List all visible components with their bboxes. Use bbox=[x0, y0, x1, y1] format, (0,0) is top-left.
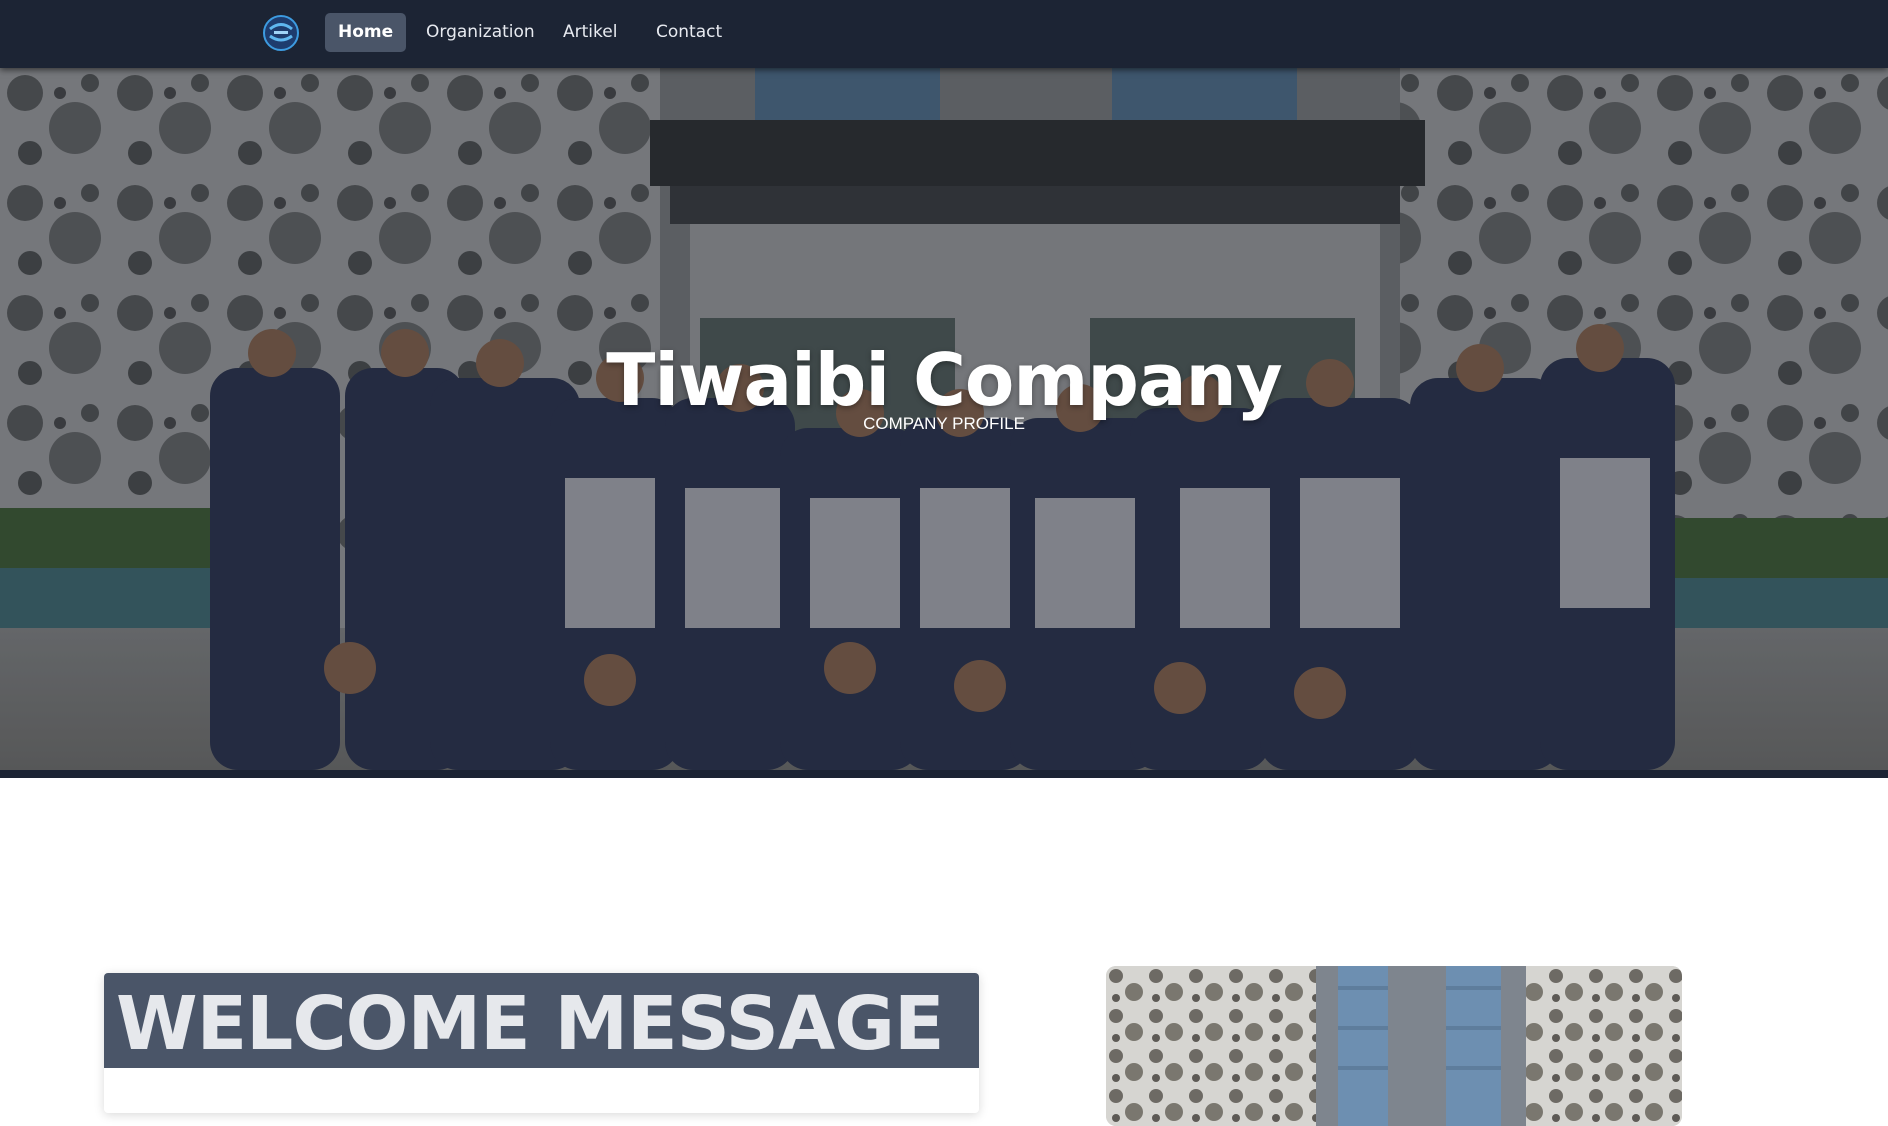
hero-subtitle: COMPANY PROFILE bbox=[863, 414, 1025, 433]
top-navbar: Home Organization Artikel Contact bbox=[0, 0, 1888, 68]
welcome-card: WELCOME MESSAGE bbox=[104, 973, 979, 1113]
hero-title: Tiwaibi Company bbox=[606, 338, 1283, 422]
building-facade-image bbox=[1106, 966, 1682, 1126]
hero-banner: Tiwaibi Company COMPANY PROFILE bbox=[0, 68, 1888, 770]
welcome-header: WELCOME MESSAGE bbox=[104, 973, 979, 1068]
nav-contact[interactable]: Contact bbox=[643, 13, 735, 52]
company-logo-icon[interactable] bbox=[262, 14, 300, 52]
nav-organization[interactable]: Organization bbox=[413, 13, 548, 52]
nav-home[interactable]: Home bbox=[325, 13, 407, 52]
hero-divider bbox=[0, 770, 1888, 778]
nav-artikel[interactable]: Artikel bbox=[550, 13, 630, 52]
welcome-title: WELCOME MESSAGE bbox=[116, 981, 945, 1067]
